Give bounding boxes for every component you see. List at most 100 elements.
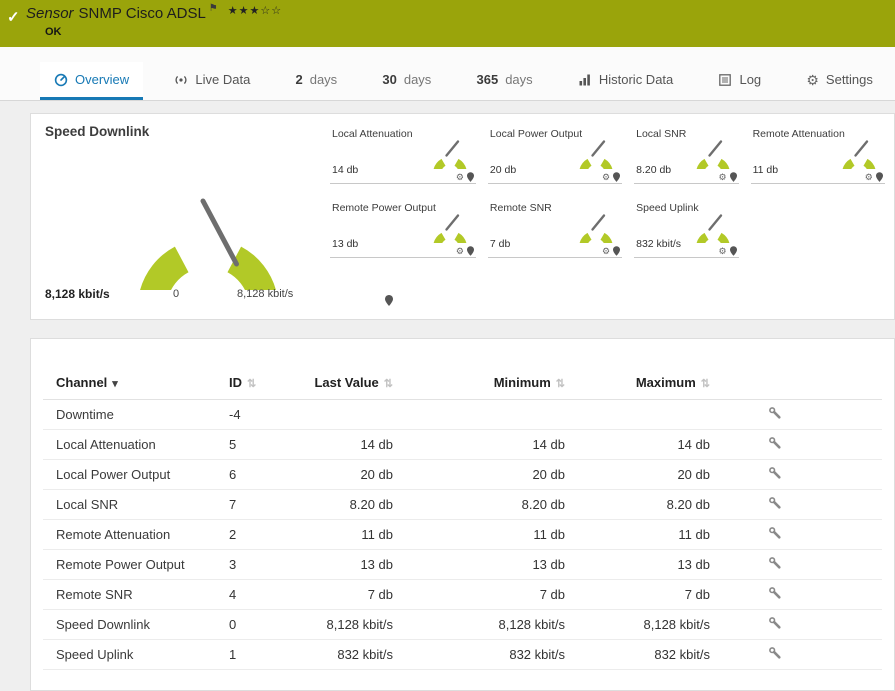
mini-gauge (433, 140, 467, 169)
channel-minimum: 8.20 db (397, 489, 569, 520)
stars-empty: ☆☆ (260, 5, 283, 17)
channel-settings-button[interactable] (768, 586, 782, 600)
column-header-last-value[interactable]: Last Value ⇅ (305, 371, 397, 400)
tab-30-days[interactable]: 30 days (368, 62, 445, 100)
channel-name: Local SNR (43, 489, 225, 520)
column-header-label: Maximum (635, 375, 696, 390)
tab-unit: days (309, 72, 338, 87)
channel-minimum: 8,128 kbit/s (397, 609, 569, 640)
tab-label: Live Data (195, 72, 251, 87)
tab-log[interactable]: Log (704, 62, 775, 100)
priority-stars[interactable]: ★★★☆☆ (228, 5, 282, 17)
pin-icon[interactable] (729, 246, 737, 256)
column-header-maximum[interactable]: Maximum ⇅ (569, 371, 714, 400)
channel-minimum (397, 399, 569, 430)
mini-gauge (579, 214, 613, 243)
gear-icon[interactable]: ⚙ (865, 172, 873, 182)
flag-icon[interactable]: ⚑ (209, 3, 218, 14)
channel-minimum: 11 db (397, 519, 569, 550)
table-row: Remote Power Output 3 13 db 13 db 13 db (43, 549, 882, 580)
channel-settings-button[interactable] (768, 496, 782, 510)
channel-id: 5 (225, 429, 305, 460)
pin-icon[interactable] (613, 172, 621, 182)
channel-name: Remote Attenuation (43, 519, 225, 550)
channel-maximum: 11 db (569, 519, 714, 550)
gear-icon[interactable]: ⚙ (456, 246, 464, 256)
channel-minimum: 20 db (397, 459, 569, 490)
gauges-panel: Speed Downlink 8,128 kbit/s 0 8,128 kbit… (30, 113, 895, 320)
channel-id: -4 (225, 399, 305, 430)
gear-icon[interactable]: ⚙ (602, 246, 610, 256)
channel-name: Speed Uplink (43, 639, 225, 670)
tab-unit: days (403, 72, 432, 87)
sensor-title-line: Sensor SNMP Cisco ADSL ⚑ ★★★☆☆ (26, 3, 885, 23)
column-header-id[interactable]: ID ⇅ (225, 371, 305, 400)
gauge-scale-max: 8,128 kbit/s (237, 288, 294, 300)
channel-settings-button[interactable] (768, 406, 782, 420)
channel-name: Remote Power Output (43, 549, 225, 580)
column-header-channel[interactable]: Channel ▾ (43, 371, 225, 400)
tab-settings[interactable]: ⚙ Settings (792, 62, 887, 100)
channel-name: Speed Downlink (43, 609, 225, 640)
small-gauge-tile: Local SNR 8.20 db ⚙ (634, 126, 739, 184)
channel-last-value: 7 db (305, 579, 397, 610)
wrench-icon (769, 647, 781, 659)
channel-settings-button[interactable] (768, 526, 782, 540)
channel-settings-button[interactable] (768, 616, 782, 630)
tab-label: Historic Data (598, 72, 674, 87)
channel-minimum: 832 kbit/s (397, 639, 569, 670)
channel-maximum: 13 db (569, 549, 714, 580)
log-list-icon (719, 73, 732, 86)
stars-filled: ★★★ (227, 5, 261, 17)
sensor-type-label: Sensor (26, 5, 74, 22)
channel-maximum: 8.20 db (569, 489, 714, 520)
tab-2-days[interactable]: 2 days (281, 62, 351, 100)
gauge-value: 8.20 db (636, 164, 672, 176)
speed-downlink-gauge (140, 198, 276, 290)
channel-settings-button[interactable] (768, 436, 782, 450)
sort-icon: ⇅ (247, 378, 257, 390)
channel-last-value: 832 kbit/s (305, 639, 397, 670)
channel-maximum (569, 399, 714, 430)
tab-overview[interactable]: Overview (40, 62, 144, 100)
tab-strip: Overview Live Data 2 days 30 days 365 da… (0, 47, 895, 101)
gauge-scale-min: 0 (173, 288, 180, 300)
column-header-minimum[interactable]: Minimum ⇅ (397, 371, 569, 400)
pin-icon[interactable] (466, 246, 474, 256)
channel-name: Local Power Output (43, 459, 225, 490)
gear-icon[interactable]: ⚙ (719, 172, 727, 182)
gauge-value: 20 db (489, 164, 517, 176)
gear-icon[interactable]: ⚙ (602, 172, 610, 182)
tab-365-days[interactable]: 365 days (463, 62, 547, 100)
tab-live-data[interactable]: Live Data (160, 62, 264, 100)
channel-settings-button[interactable] (768, 466, 782, 480)
table-row: Local Attenuation 5 14 db 14 db 14 db (43, 429, 882, 460)
small-gauge-tile: Remote Power Output 13 db ⚙ (330, 200, 476, 258)
mini-gauge (842, 140, 876, 169)
pin-icon[interactable] (613, 246, 621, 256)
channel-last-value: 11 db (305, 519, 397, 550)
gear-icon[interactable]: ⚙ (719, 246, 727, 256)
channel-name: Remote SNR (43, 579, 225, 610)
gear-icon: ⚙ (806, 71, 819, 88)
gear-icon[interactable]: ⚙ (456, 172, 464, 182)
pin-icon[interactable] (729, 172, 737, 182)
channel-name: Local Attenuation (43, 429, 225, 460)
pin-icon[interactable] (466, 172, 474, 182)
main-gauge: Speed Downlink 8,128 kbit/s 0 8,128 kbit… (45, 124, 393, 309)
mini-gauge (433, 214, 467, 243)
channel-last-value: 13 db (305, 549, 397, 580)
small-gauges-grid: Local Attenuation 14 db ⚙ Local Power Ou… (330, 124, 885, 309)
pin-icon[interactable] (875, 172, 883, 182)
sensor-status-bar: ✓ Sensor SNMP Cisco ADSL ⚑ ★★★☆☆ OK (0, 0, 895, 47)
channel-settings-button[interactable] (768, 556, 782, 570)
channel-table-body: Downtime -4 Local Attenuation 5 14 db 14… (43, 399, 882, 670)
mini-gauge (696, 214, 729, 243)
column-header-label: Last Value (314, 375, 379, 390)
channel-settings-button[interactable] (768, 646, 782, 660)
tab-historic-data[interactable]: Historic Data (564, 62, 687, 100)
bar-chart-icon (579, 74, 590, 85)
channel-last-value: 20 db (305, 459, 397, 490)
channel-id: 3 (225, 549, 305, 580)
wrench-icon (769, 497, 781, 509)
